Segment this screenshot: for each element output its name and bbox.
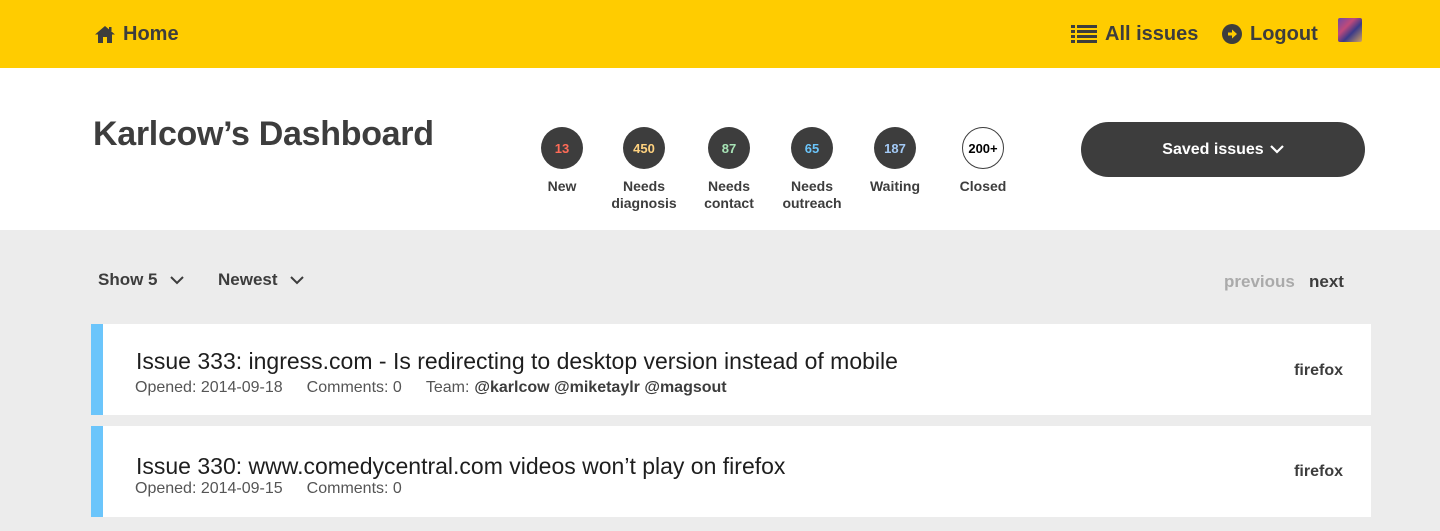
stat-waiting[interactable]: 187 Waiting [850,127,940,195]
issue-opened-date: Opened: 2014-09-18 [135,379,283,396]
avatar[interactable] [1338,18,1362,42]
issue-title[interactable]: Issue 333: ingress.com - Is redirecting … [136,348,898,375]
stat-label: Waiting [869,178,921,194]
stat-count-badge: 13 [541,127,583,169]
issue-browser-label: firefox [1294,463,1343,480]
page-title: Karlcow’s Dashboard [93,115,434,153]
show-count-label: Show 5 [98,270,158,289]
home-link[interactable]: Home [95,0,179,68]
stat-new[interactable]: 13 New [517,127,607,195]
issue-meta: Opened: 2014-09-15 Comments: 0 [135,480,402,498]
issue-opened-date: Opened: 2014-09-15 [135,480,283,497]
stat-count-badge: 65 [791,127,833,169]
stat-count-badge: 200+ [962,127,1004,169]
issue-browser-label: firefox [1294,362,1343,379]
home-icon [95,25,115,43]
home-label: Home [123,22,179,45]
stat-needs-diagnosis[interactable]: 450 Needs diagnosis [599,127,689,212]
chevron-down-icon [1269,145,1284,154]
stat-count-badge: 87 [708,127,750,169]
show-count-dropdown[interactable]: Show 5 [98,270,184,290]
sort-label: Newest [218,270,278,289]
issue-comments-count: Comments: 0 [306,480,402,497]
issue-card[interactable]: Issue 333: ingress.com - Is redirecting … [91,324,1371,415]
dashboard-header: Karlcow’s Dashboard 13 New 450 Needs diag… [0,68,1440,230]
issue-team-members[interactable]: @karlcow @miketaylr @magsout [474,379,726,397]
all-issues-label: All issues [1105,22,1199,45]
list-icon [1071,25,1097,43]
issue-title[interactable]: Issue 330: www.comedycentral.com videos … [136,453,785,480]
saved-issues-label: Saved issues [1162,140,1264,158]
stat-label: Closed [959,178,1007,194]
issue-team-label: Team: [425,379,470,396]
stat-label: Needs contact [704,178,754,211]
sort-dropdown[interactable]: Newest [218,270,304,290]
previous-page-link[interactable]: previous [1224,272,1295,292]
stat-closed[interactable]: 200+ Closed [938,127,1028,195]
issue-card[interactable]: Issue 330: www.comedycentral.com videos … [91,426,1371,517]
issue-meta: Opened: 2014-09-18 Comments: 0 Team: @ka… [135,379,727,397]
logout-label: Logout [1250,22,1318,45]
stat-label: New [547,178,577,194]
top-nav-bar: Home All issues Logout [0,0,1440,68]
chevron-down-icon [169,275,184,284]
stat-label: Needs diagnosis [611,178,677,211]
saved-issues-button[interactable]: Saved issues [1081,122,1365,177]
issue-comments-count: Comments: 0 [306,379,402,396]
stat-label: Needs outreach [782,178,842,211]
stat-needs-outreach[interactable]: 65 Needs outreach [767,127,857,212]
chevron-down-icon [289,275,304,284]
logout-arrow-icon [1222,24,1242,44]
all-issues-link[interactable]: All issues [1071,0,1198,68]
stat-count-badge: 450 [623,127,665,169]
logout-link[interactable]: Logout [1222,0,1318,68]
stat-needs-contact[interactable]: 87 Needs contact [684,127,774,212]
stat-count-badge: 187 [874,127,916,169]
next-page-link[interactable]: next [1309,272,1344,292]
